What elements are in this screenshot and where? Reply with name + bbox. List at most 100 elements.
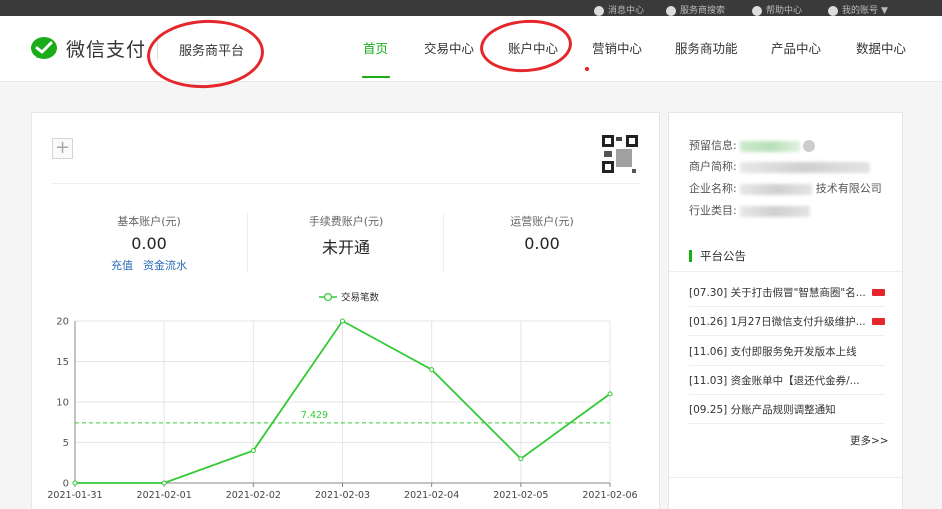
provider-search-link[interactable]: 服务商搜索 <box>666 0 725 16</box>
title-accent-bar <box>689 250 692 262</box>
industry-category-row: 行业类目: <box>689 202 811 218</box>
y-tick-label: 15 <box>56 357 69 368</box>
qr-code-icon[interactable] <box>602 135 638 175</box>
side-divider <box>669 477 904 478</box>
fee-account-status: 未开通 <box>321 238 370 257</box>
nav-active-indicator <box>362 76 390 78</box>
wechat-pay-logo-icon <box>31 36 57 59</box>
x-tick-label: 2021-02-04 <box>404 490 459 501</box>
message-center-link[interactable]: 消息中心 <box>594 0 644 16</box>
provider-search-label: 服务商搜索 <box>680 6 726 16</box>
card-divider <box>52 183 641 184</box>
data-point <box>161 480 167 486</box>
notice-text: [07.30] 关于打击假冒"智慧商圈"名... <box>689 287 866 299</box>
redacted-value <box>740 205 811 217</box>
x-tick-label: 2021-02-03 <box>315 490 370 501</box>
nav-home[interactable]: 首页 <box>363 38 388 57</box>
message-center-label: 消息中心 <box>608 6 645 16</box>
notice-divider <box>689 423 885 424</box>
basic-account-balance: 0.00 <box>131 234 167 253</box>
notice-divider <box>689 394 885 395</box>
help-center-label: 帮助中心 <box>766 6 803 16</box>
average-line-label: 7.429 <box>301 410 328 421</box>
operation-account: 运营账户(元) 0.00 <box>444 213 640 253</box>
data-point <box>250 448 256 454</box>
more-notices-link[interactable]: 更多>> <box>850 433 889 448</box>
notice-item[interactable]: [09.25] 分账产品规则调整通知 <box>689 402 885 417</box>
notice-divider <box>689 365 885 366</box>
legend-marker <box>323 292 333 302</box>
redacted-value <box>740 183 813 195</box>
notice-divider <box>689 335 885 336</box>
question-icon[interactable] <box>803 140 816 152</box>
y-tick-label: 5 <box>63 438 69 449</box>
my-account-menu[interactable]: 我的账号 ▼ <box>828 0 888 16</box>
my-account-label: 我的账号 <box>842 6 879 16</box>
reserved-info-label: 预留信息: <box>689 139 737 152</box>
data-point <box>518 456 524 462</box>
announcement-title-text: 平台公告 <box>700 249 746 263</box>
basic-account-label: 基本账户(元) <box>117 215 181 228</box>
message-icon <box>594 6 604 16</box>
nav-provider-functions[interactable]: 服务商功能 <box>675 38 738 57</box>
caret-down-icon: ▼ <box>881 6 888 16</box>
x-tick-label: 2021-02-02 <box>226 490 281 501</box>
merchant-short-name-label: 商户简称: <box>689 160 737 173</box>
notice-divider <box>689 306 885 307</box>
data-point <box>72 480 78 486</box>
notice-text: [11.03] 资金账单中【退还代金券/... <box>689 375 860 387</box>
fee-account: 手续费账户(元) 未开通 <box>248 213 444 258</box>
search-icon <box>666 6 676 16</box>
company-name-label: 企业名称: <box>689 182 737 195</box>
notice-text: [11.06] 支付即服务免开发版本上线 <box>689 346 857 358</box>
help-center-link[interactable]: 帮助中心 <box>752 0 802 16</box>
y-tick-label: 10 <box>56 398 69 409</box>
operation-account-balance: 0.00 <box>524 234 560 253</box>
nav-trade-center[interactable]: 交易中心 <box>424 38 474 57</box>
operation-account-label: 运营账户(元) <box>510 215 574 228</box>
x-tick-label: 2021-01-31 <box>47 490 102 501</box>
fee-account-label: 手续费账户(元) <box>308 215 384 228</box>
y-tick-label: 0 <box>63 479 69 490</box>
basic-account: 基本账户(元) 0.00 充值 资金流水 <box>51 213 247 273</box>
redacted-value <box>740 161 871 173</box>
x-tick-label: 2021-02-06 <box>582 490 637 501</box>
company-name-partial: 技术有限公司 <box>815 182 882 195</box>
plus-icon: + <box>54 137 71 158</box>
help-icon <box>752 6 762 16</box>
industry-category-label: 行业类目: <box>689 204 737 217</box>
nav-marketing-center[interactable]: 营销中心 <box>592 38 642 57</box>
notice-item[interactable]: [01.26] 1月27日微信支付升级维护... <box>689 314 885 329</box>
nav-data-center[interactable]: 数据中心 <box>856 38 906 57</box>
notice-item[interactable]: [07.30] 关于打击假冒"智慧商圈"名... <box>689 285 885 300</box>
add-button[interactable]: + <box>52 138 73 159</box>
nav-product-center[interactable]: 产品中心 <box>771 38 821 57</box>
recharge-link[interactable]: 充值 <box>111 259 133 272</box>
red-dot-mark <box>585 67 589 71</box>
basic-account-links: 充值 资金流水 <box>51 257 247 273</box>
announcement-title: 平台公告 <box>689 248 746 264</box>
user-icon <box>828 6 838 16</box>
side-divider <box>669 271 904 272</box>
data-point <box>340 318 345 324</box>
legend-label: 交易笔数 <box>341 292 380 304</box>
fund-flow-link[interactable]: 资金流水 <box>143 259 187 272</box>
transaction-count-chart: 0 5 10 15 20 2021-01-31 2021-02-01 2021-02-02 20… <box>32 283 661 509</box>
data-point <box>429 367 435 373</box>
reserved-info-row: 预留信息: <box>689 137 816 153</box>
chart-svg: 0 5 10 15 20 2021-01-31 2021-02-01 2021-02-02 20… <box>47 292 637 502</box>
top-utility-bar: 消息中心 服务商搜索 帮助中心 我的账号 ▼ <box>0 0 942 16</box>
company-name-row: 企业名称: 技术有限公司 <box>689 180 882 196</box>
header: 微信支付 服务商平台 首页 交易中心 账户中心 营销中心 服务商功能 产品中心 … <box>0 16 942 82</box>
merchant-info-card: 预留信息: 商户简称: 企业名称: 技术有限公司 行业类目: 平台公告 [07.… <box>668 112 904 509</box>
y-tick-label: 20 <box>56 317 69 328</box>
notice-text: [01.26] 1月27日微信支付升级维护... <box>689 316 866 328</box>
redacted-value <box>740 140 801 152</box>
notice-item[interactable]: [11.03] 资金账单中【退还代金券/... <box>689 373 885 388</box>
notice-text: [09.25] 分账产品规则调整通知 <box>689 404 836 416</box>
notice-item[interactable]: [11.06] 支付即服务免开发版本上线 <box>689 344 885 359</box>
wechat-pay-logo[interactable]: 微信支付 <box>30 35 146 62</box>
account-overview-card: + 基本账户(元) 0.00 充值 资金流水 手续费账户(元) 未开通 运营账户(… <box>31 112 660 509</box>
x-tick-label: 2021-02-05 <box>493 490 548 501</box>
new-badge <box>871 318 885 325</box>
